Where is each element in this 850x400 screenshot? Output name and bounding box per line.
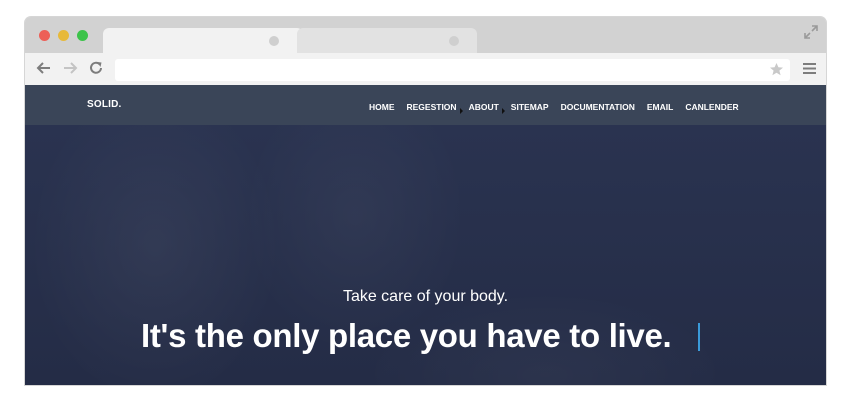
browser-window: SOLID. HOME REGESTION ABOUT SITEMAP DOCU bbox=[25, 17, 826, 385]
typing-cursor bbox=[698, 323, 700, 351]
expand-icon[interactable] bbox=[804, 25, 818, 39]
tab-close-icon[interactable] bbox=[269, 36, 279, 46]
star-icon[interactable] bbox=[769, 62, 784, 77]
website-viewport: SOLID. HOME REGESTION ABOUT SITEMAP DOCU bbox=[25, 85, 826, 385]
maximize-window-button[interactable] bbox=[77, 30, 88, 41]
tab-bar bbox=[25, 17, 826, 53]
hero-tagline: Take care of your body. bbox=[342, 288, 509, 305]
menu-icon[interactable] bbox=[803, 62, 816, 75]
tab-close-icon[interactable] bbox=[449, 36, 459, 46]
nav-item-sitemap[interactable]: SITEMAP bbox=[511, 102, 549, 112]
tab-inactive[interactable] bbox=[297, 28, 477, 53]
forward-icon[interactable] bbox=[61, 59, 79, 77]
nav-item-calendar[interactable]: CANLENDER bbox=[685, 102, 738, 112]
back-icon[interactable] bbox=[35, 59, 53, 77]
nav-item-home[interactable]: HOME bbox=[369, 102, 395, 112]
browser-toolbar bbox=[25, 53, 826, 86]
site-logo[interactable]: SOLID. bbox=[87, 99, 122, 110]
tab-active[interactable] bbox=[103, 28, 303, 53]
site-menu: HOME REGESTION ABOUT SITEMAP DOCUMENTATI… bbox=[369, 102, 751, 114]
nav-item-email[interactable]: EMAIL bbox=[647, 102, 673, 112]
close-window-button[interactable] bbox=[39, 30, 50, 41]
site-navbar: SOLID. HOME REGESTION ABOUT SITEMAP DOCU bbox=[25, 85, 826, 125]
dropdown-caret-icon bbox=[459, 108, 463, 114]
reload-icon[interactable] bbox=[87, 59, 105, 77]
nav-item-documentation[interactable]: DOCUMENTATION bbox=[561, 102, 635, 112]
minimize-window-button[interactable] bbox=[58, 30, 69, 41]
nav-item-regestion[interactable]: REGESTION bbox=[407, 102, 463, 114]
nav-item-about[interactable]: ABOUT bbox=[469, 102, 505, 114]
dropdown-caret-icon bbox=[501, 108, 505, 114]
address-bar[interactable] bbox=[115, 59, 790, 81]
hero-headline: It's the only place you have to live. bbox=[141, 317, 672, 354]
